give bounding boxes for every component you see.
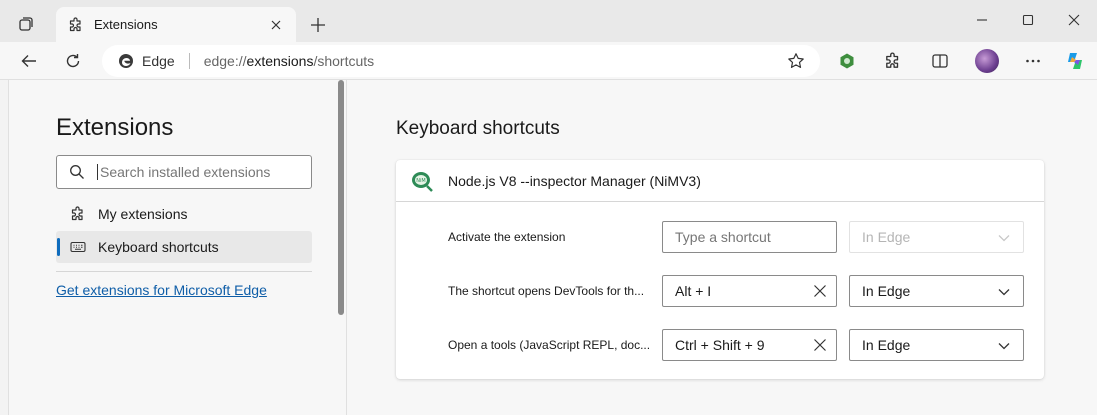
navigation-toolbar: Edge edge://extensions/shortcuts: [0, 42, 1097, 80]
url-prefix: edge://: [203, 53, 247, 69]
split-screen-button[interactable]: [924, 46, 956, 76]
scrollbar-thumb[interactable]: [338, 80, 344, 315]
sidebar-item-my-extensions[interactable]: My extensions: [56, 198, 312, 230]
command-label: Activate the extension: [448, 230, 566, 244]
sidebar: Extensions My extensions Keyboard shortc…: [9, 80, 345, 415]
new-tab-button[interactable]: [305, 12, 331, 38]
tab-extensions[interactable]: Extensions: [56, 7, 296, 42]
sidebar-item-keyboard-shortcuts[interactable]: Keyboard shortcuts: [56, 231, 312, 263]
shortcut-input[interactable]: Type a shortcut: [662, 221, 837, 253]
sidebar-item-label: Keyboard shortcuts: [98, 239, 219, 255]
clear-shortcut-button[interactable]: [812, 283, 828, 299]
command-label: Open a tools (JavaScript REPL, doc...: [448, 338, 651, 352]
close-icon: [1068, 14, 1080, 26]
address-bar[interactable]: Edge edge://extensions/shortcuts: [102, 45, 820, 77]
command-label: The shortcut opens DevTools for th...: [448, 284, 645, 298]
scope-value: In Edge: [862, 229, 911, 245]
sidebar-title: Extensions: [56, 114, 174, 141]
back-button[interactable]: [13, 46, 45, 76]
minimize-icon: [977, 19, 987, 21]
favorite-button[interactable]: [786, 51, 806, 71]
scope-select[interactable]: In Edge: [849, 275, 1024, 307]
maximize-icon: [1022, 14, 1034, 26]
page-title: Keyboard shortcuts: [396, 118, 560, 139]
tab-actions-icon: [19, 17, 33, 31]
tab-title: Extensions: [94, 17, 158, 32]
shortcut-placeholder: Type a shortcut: [675, 229, 771, 245]
nim-extension-button[interactable]: [831, 46, 863, 76]
star-icon: [788, 53, 804, 68]
shortcut-input[interactable]: Alt + I: [662, 275, 837, 307]
copilot-button[interactable]: [1059, 46, 1091, 76]
close-icon: [814, 339, 826, 351]
shortcut-row: Open a tools (JavaScript REPL, doc... Ct…: [396, 329, 1044, 361]
minimize-button[interactable]: [959, 0, 1005, 40]
scope-value: In Edge: [862, 283, 911, 299]
chevron-down-icon: [997, 231, 1011, 245]
shortcut-value: Alt + I: [675, 283, 712, 299]
extensions-page: Extensions My extensions Keyboard shortc…: [8, 80, 1097, 415]
sidebar-divider: [56, 271, 312, 272]
split-screen-icon: [932, 54, 948, 68]
extensions-button[interactable]: [877, 46, 909, 76]
close-icon: [271, 20, 281, 29]
scope-select[interactable]: In Edge: [849, 329, 1024, 361]
url-host: extensions: [246, 53, 314, 69]
close-window-button[interactable]: [1051, 0, 1097, 40]
puzzle-icon: [71, 206, 83, 221]
close-tab-button[interactable]: [266, 15, 286, 35]
tab-actions-button[interactable]: [10, 10, 42, 38]
sidebar-item-label: My extensions: [98, 206, 188, 222]
get-extensions-link[interactable]: Get extensions for Microsoft Edge: [56, 282, 267, 298]
search-input[interactable]: [97, 164, 297, 180]
shortcut-value: Ctrl + Shift + 9: [675, 337, 765, 353]
shortcut-row: The shortcut opens DevTools for th... Al…: [396, 275, 1044, 307]
extension-shortcuts-card: NiM Node.js V8 --inspector Manager (NiMV…: [396, 160, 1044, 379]
scope-select: In Edge: [849, 221, 1024, 253]
scope-value: In Edge: [862, 337, 911, 353]
close-icon: [814, 285, 826, 297]
extension-name: Node.js V8 --inspector Manager (NiMV3): [448, 172, 701, 189]
plus-icon: [311, 18, 325, 32]
url-text: edge://extensions/shortcuts: [204, 53, 374, 69]
copilot-icon: [1068, 53, 1082, 69]
more-dots-icon: [1026, 59, 1040, 63]
maximize-button[interactable]: [1005, 0, 1051, 40]
search-box[interactable]: [56, 155, 312, 189]
profile-avatar[interactable]: [975, 49, 999, 73]
svg-text:NiM: NiM: [416, 178, 425, 184]
chevron-down-icon: [997, 285, 1011, 299]
keyboard-icon: [70, 241, 86, 253]
chevron-down-icon: [997, 339, 1011, 353]
sidebar-scrollbar[interactable]: [337, 80, 345, 415]
url-path: /shortcuts: [313, 53, 375, 69]
search-icon: [70, 165, 84, 179]
pane-divider: [346, 80, 347, 415]
extension-header: NiM Node.js V8 --inspector Manager (NiMV…: [396, 160, 1044, 202]
omnibox-separator: [188, 53, 190, 69]
edge-logo-icon: [119, 54, 133, 68]
puzzle-icon: [886, 52, 899, 68]
nim-logo-icon: NiM: [412, 171, 433, 192]
title-bar: Extensions: [0, 0, 1097, 42]
back-arrow-icon: [21, 55, 36, 67]
puzzle-icon: [69, 16, 81, 31]
shortcut-row: Activate the extension Type a shortcut I…: [396, 221, 1044, 253]
clear-shortcut-button[interactable]: [812, 337, 828, 353]
settings-more-button[interactable]: [1017, 46, 1049, 76]
site-info-label: Edge: [142, 53, 175, 69]
shortcut-input[interactable]: Ctrl + Shift + 9: [662, 329, 837, 361]
refresh-icon: [66, 54, 80, 68]
refresh-button[interactable]: [57, 46, 89, 76]
nim-extension-icon: [840, 53, 854, 69]
